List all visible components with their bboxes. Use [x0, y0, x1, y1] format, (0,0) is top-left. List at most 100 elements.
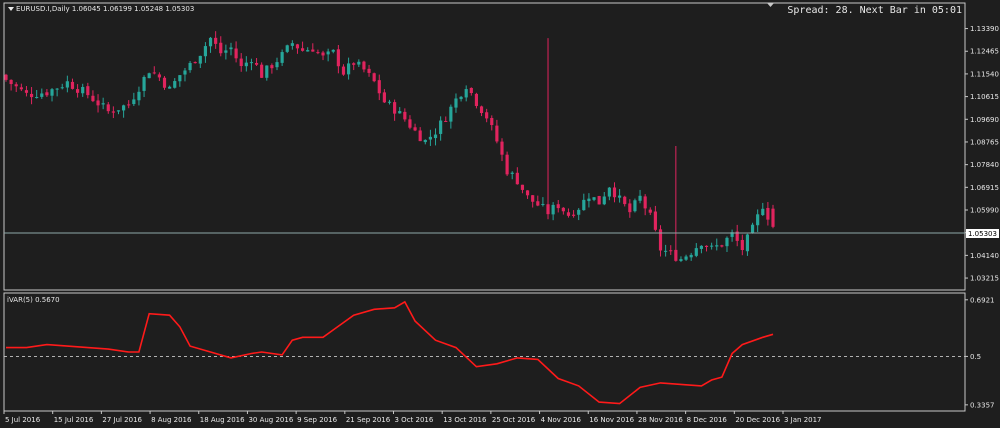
x-tick-label: 16 Nov 2016 — [589, 416, 634, 424]
candle-body — [571, 214, 576, 216]
candle-body — [198, 55, 202, 64]
candle-body — [193, 62, 197, 64]
candle-body — [439, 120, 443, 134]
candle-body — [566, 212, 571, 216]
candle-body — [510, 172, 514, 174]
candle-body — [433, 134, 438, 139]
candle-body — [525, 190, 530, 196]
candle-body — [86, 86, 90, 96]
candle-body — [750, 224, 755, 234]
candle-body — [275, 62, 279, 68]
candle-body — [382, 92, 386, 103]
candle-body — [428, 136, 432, 140]
candle-body — [173, 81, 177, 88]
candle-body — [132, 99, 136, 105]
candle-body — [55, 88, 59, 90]
x-tick-label: 8 Aug 2016 — [151, 416, 192, 424]
candle-body — [336, 49, 340, 67]
candle-body — [285, 45, 289, 52]
candle-body — [628, 203, 632, 213]
x-tick-label: 18 Aug 2016 — [200, 416, 245, 424]
candle-body — [582, 199, 586, 211]
x-tick-label: 30 Aug 2016 — [248, 416, 293, 424]
candle-body — [111, 111, 115, 113]
current-price-label: 1.05303 — [968, 230, 997, 238]
candle-body — [556, 204, 560, 209]
candle-body — [413, 127, 417, 131]
candle-body — [618, 195, 622, 198]
price-tick-label: 1.04140 — [970, 252, 999, 260]
candle-body — [224, 50, 228, 53]
x-tick-label: 5 Jul 2016 — [5, 416, 41, 424]
candle-body — [587, 198, 591, 202]
candle-body — [469, 87, 473, 94]
candle-body — [725, 237, 729, 247]
candle-body — [367, 68, 371, 73]
price-tick-label: 1.13390 — [970, 25, 999, 33]
candle-body — [689, 254, 693, 258]
candle-body — [546, 204, 550, 215]
x-tick-label: 9 Sep 2016 — [297, 416, 337, 424]
price-pane-title: EURUSD.I,Daily 1.06045 1.06199 1.05248 1… — [16, 5, 194, 13]
candle-body — [188, 62, 192, 71]
candle-body — [45, 92, 49, 96]
candle-body — [280, 52, 284, 63]
candle-body — [643, 196, 647, 209]
candle-body — [536, 201, 540, 206]
candle-body — [531, 195, 535, 202]
candle-body — [633, 200, 637, 212]
candle-body — [152, 72, 156, 74]
spread-status: Spread: 28. Next Bar in 05:01 — [787, 5, 962, 16]
candle-body — [234, 48, 238, 59]
candle-body — [229, 47, 233, 50]
candle-body — [505, 154, 509, 175]
candle-body — [147, 73, 151, 79]
candle-body — [295, 44, 300, 49]
candle-body — [699, 245, 703, 249]
candle-body — [244, 62, 248, 67]
candle-body — [122, 105, 126, 111]
candle-body — [500, 141, 504, 155]
candle-body — [648, 209, 652, 213]
candle-body — [106, 104, 110, 112]
candle-body — [300, 48, 305, 51]
candle-body — [577, 209, 581, 215]
candle-body — [76, 89, 80, 93]
candle-body — [403, 111, 407, 120]
candle-body — [515, 172, 519, 185]
candle-body — [474, 93, 479, 106]
x-tick-label: 3 Jan 2017 — [784, 416, 822, 424]
x-tick-label: 25 Oct 2016 — [492, 416, 536, 424]
candle-body — [479, 106, 484, 114]
candle-body — [137, 91, 141, 101]
candle-body — [612, 187, 617, 198]
candle-body — [249, 62, 254, 64]
candle-body — [679, 259, 683, 261]
candle-body — [321, 52, 325, 56]
candle-body — [9, 79, 13, 85]
candle-body — [444, 120, 448, 122]
price-tick-label: 1.03215 — [970, 275, 999, 283]
candle-body — [326, 51, 330, 55]
candle-body — [362, 61, 366, 70]
candle-body — [29, 93, 34, 98]
candle-body — [710, 245, 714, 247]
candle-body — [60, 87, 64, 89]
candle-body — [208, 37, 213, 47]
candle-body — [398, 111, 402, 114]
price-tick-label: 1.06915 — [970, 184, 999, 192]
candle-body — [352, 63, 356, 65]
candle-body — [19, 87, 23, 90]
x-tick-label: 15 Jul 2016 — [54, 416, 94, 424]
x-tick-label: 21 Sep 2016 — [346, 416, 391, 424]
candle-body — [623, 196, 627, 205]
candle-body — [597, 195, 601, 205]
x-tick-label: 3 Oct 2016 — [395, 416, 434, 424]
candle-body — [408, 119, 412, 128]
candle-body — [423, 139, 427, 143]
candle-body — [761, 208, 765, 216]
candle-body — [306, 50, 310, 52]
candle-body — [740, 239, 744, 251]
candle-body — [674, 249, 678, 261]
price-tick-label: 1.07840 — [970, 161, 999, 169]
